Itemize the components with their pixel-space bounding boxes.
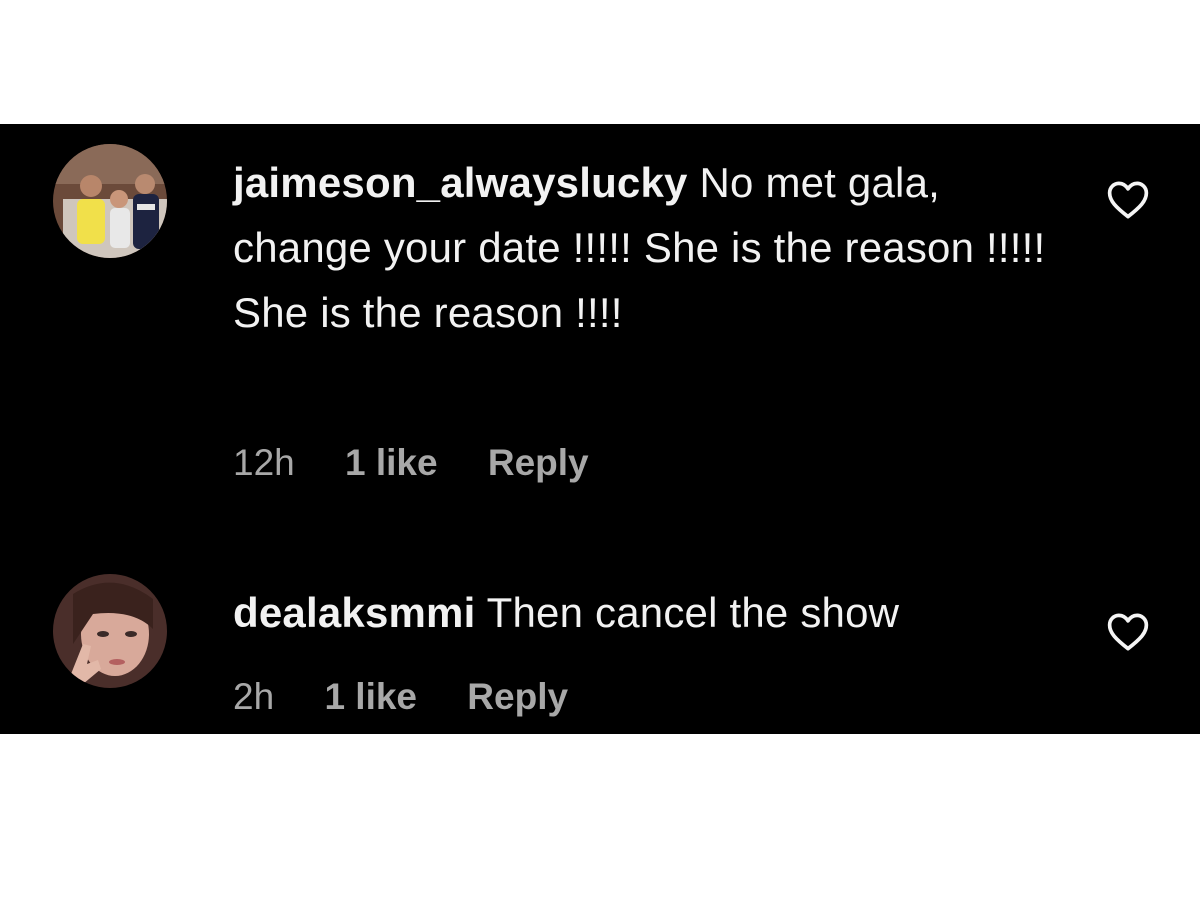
comment-meta: 12h 1 like Reply — [233, 442, 629, 484]
reply-button[interactable]: Reply — [488, 442, 589, 483]
comment-body-line2: She is the reason !!!! — [233, 289, 623, 336]
timestamp: 2h — [233, 676, 275, 717]
comment-meta: 2h 1 like Reply — [233, 676, 608, 718]
comments-panel: jaimeson_alwayslucky No met gala, change… — [0, 124, 1200, 734]
timestamp: 12h — [233, 442, 295, 483]
username[interactable]: dealaksmmi — [233, 589, 475, 636]
likes-count[interactable]: 1 like — [324, 676, 417, 717]
likes-count[interactable]: 1 like — [345, 442, 438, 483]
comment-body: Then cancel the show — [486, 589, 900, 636]
comment-text: jaimeson_alwayslucky No met gala, change… — [233, 150, 1053, 345]
heart-outline-icon[interactable] — [1107, 612, 1149, 652]
username[interactable]: jaimeson_alwayslucky — [233, 159, 688, 206]
avatar-photo — [53, 574, 167, 688]
user-avatar[interactable] — [53, 144, 167, 258]
avatar-photo — [53, 144, 167, 258]
comment-text: dealaksmmi Then cancel the show — [233, 580, 1053, 645]
heart-outline-icon[interactable] — [1107, 180, 1149, 220]
reply-button[interactable]: Reply — [467, 676, 568, 717]
user-avatar[interactable] — [53, 574, 167, 688]
